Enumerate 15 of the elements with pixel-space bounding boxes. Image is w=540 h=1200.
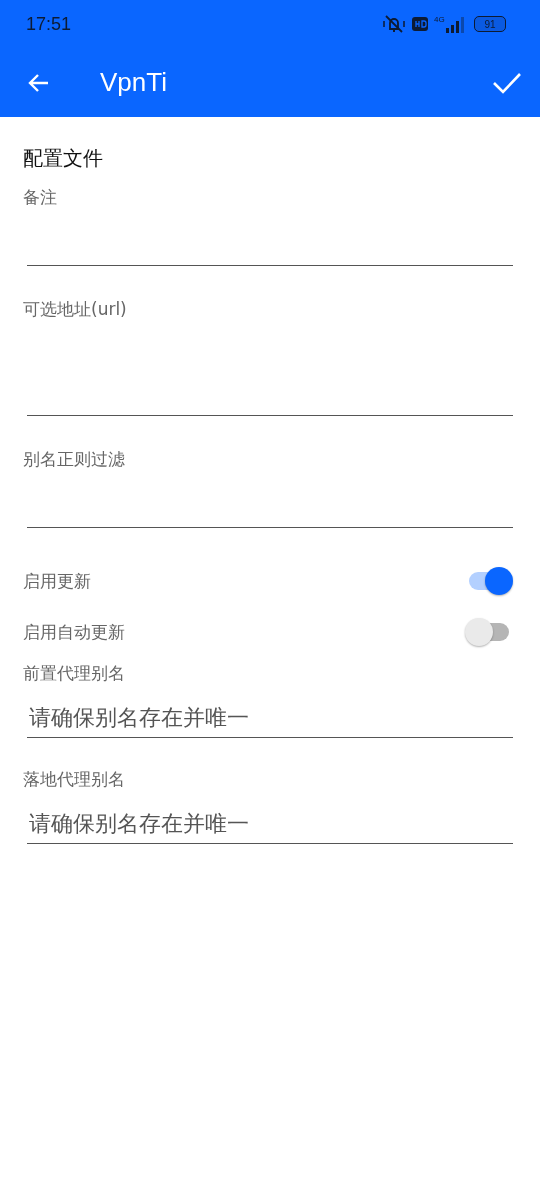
field-label: 启用更新 <box>23 570 91 593</box>
field-label: 别名正则过滤 <box>23 448 126 471</box>
field-label: 可选地址(url) <box>23 298 128 321</box>
bell-muted-icon <box>382 14 406 34</box>
hd-icon <box>412 17 428 31</box>
field-label: 备注 <box>23 186 58 209</box>
battery-level: 91 <box>484 18 496 30</box>
field-label: 启用自动更新 <box>23 621 125 644</box>
input-field[interactable]: 请确保别名存在并唯一 <box>27 693 513 738</box>
field-label: 落地代理别名 <box>23 768 126 791</box>
section-title: 配置文件 <box>23 145 104 172</box>
app-title: VpnTi <box>100 67 168 98</box>
field-label: 前置代理别名 <box>23 662 126 685</box>
input-field[interactable]: 请确保别名存在并唯一 <box>27 799 513 844</box>
status-time: 17:51 <box>26 13 72 35</box>
